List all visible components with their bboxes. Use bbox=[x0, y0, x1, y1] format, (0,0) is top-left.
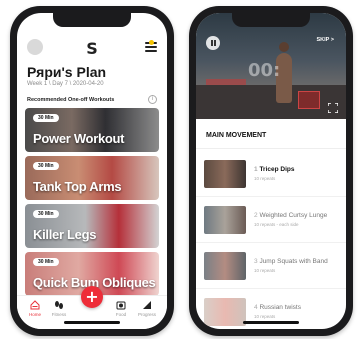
exercise-number: 3 bbox=[254, 258, 258, 265]
workout-screen: 00: SKIP > MAIN MOVEMENT 1 Tricep Dips 1… bbox=[196, 13, 346, 329]
tab-label: Fitness bbox=[51, 312, 67, 317]
tab-progress[interactable]: Progress bbox=[135, 300, 159, 317]
exercise-row[interactable]: 3 Jump Squats with Band 10 repeats bbox=[196, 243, 346, 289]
tab-label: Food bbox=[115, 312, 127, 317]
plan-screen: S Ряри's Plan Week 1 \ Day 7 \ 2020-04-2… bbox=[17, 13, 167, 329]
workout-card[interactable]: 30 Min Power Workout bbox=[25, 108, 159, 152]
exercise-reps: 10 repeats - each side bbox=[254, 222, 299, 227]
phone-notch bbox=[232, 13, 310, 27]
skip-button[interactable]: SKIP > bbox=[317, 37, 334, 43]
exercise-number: 4 bbox=[254, 304, 258, 311]
video-player[interactable]: 00: SKIP > bbox=[196, 13, 346, 119]
workout-card[interactable]: 30 Min Killer Legs bbox=[25, 204, 159, 248]
home-indicator bbox=[243, 321, 299, 324]
workout-title: Killer Legs bbox=[33, 227, 97, 242]
app-showcase: S Ряри's Plan Week 1 \ Day 7 \ 2020-04-2… bbox=[0, 0, 360, 339]
brand-logo: S bbox=[86, 39, 98, 58]
page-title: Ряри's Plan bbox=[27, 64, 107, 80]
section-heading-main-movement: MAIN MOVEMENT bbox=[196, 125, 346, 149]
phone-notch bbox=[53, 13, 131, 27]
info-icon[interactable]: i bbox=[148, 95, 157, 104]
tab-home[interactable]: Home bbox=[23, 300, 47, 317]
fullscreen-icon[interactable] bbox=[328, 103, 338, 113]
home-indicator bbox=[64, 321, 120, 324]
food-icon bbox=[116, 301, 126, 310]
section-heading-label: Recommended One-off Workouts bbox=[27, 97, 115, 103]
duration-badge: 30 Min bbox=[33, 114, 59, 122]
home-icon bbox=[30, 300, 40, 310]
workout-list: 30 Min Power Workout 30 Min Tank Top Arm… bbox=[25, 108, 159, 300]
video-timer: 00: bbox=[248, 60, 281, 81]
duration-badge: 30 Min bbox=[33, 258, 59, 266]
notification-dot bbox=[149, 40, 154, 45]
exercise-thumbnail bbox=[204, 252, 246, 280]
menu-icon[interactable] bbox=[145, 40, 157, 52]
workout-card[interactable]: 30 Min Tank Top Arms bbox=[25, 156, 159, 200]
tab-food[interactable]: Food bbox=[109, 300, 133, 317]
workout-title: Power Workout bbox=[33, 131, 125, 146]
exercise-thumbnail bbox=[204, 206, 246, 234]
phone-frame-plan: S Ряри's Plan Week 1 \ Day 7 \ 2020-04-2… bbox=[10, 6, 174, 336]
exercise-reps: 10 repeats bbox=[254, 176, 276, 181]
top-bar: S bbox=[27, 39, 157, 58]
exercise-label: Tricep Dips bbox=[259, 166, 295, 173]
exercise-label: Weighted Curtsy Lunge bbox=[259, 212, 328, 219]
pause-button[interactable] bbox=[206, 36, 220, 50]
section-heading-workouts: Recommended One-off Workouts i bbox=[27, 95, 157, 104]
exercise-list: 1 Tricep Dips 10 repeats 2 Weighted Curt… bbox=[196, 151, 346, 329]
tab-fitness[interactable]: Fitness bbox=[47, 300, 71, 317]
exercise-number: 1 bbox=[254, 166, 258, 173]
exercise-row[interactable]: 2 Weighted Curtsy Lunge 10 repeats - eac… bbox=[196, 197, 346, 243]
exercise-title: 4 Russian twists bbox=[254, 304, 301, 311]
duration-badge: 30 Min bbox=[33, 162, 59, 170]
workout-title: Tank Top Arms bbox=[33, 179, 122, 194]
exercise-reps: 10 repeats bbox=[254, 268, 276, 273]
gym-floor bbox=[196, 85, 346, 119]
exercise-title: 3 Jump Squats with Band bbox=[254, 258, 328, 265]
tab-label: Home bbox=[28, 312, 41, 317]
exercise-title: 1 Tricep Dips bbox=[254, 166, 294, 173]
exercise-title: 2 Weighted Curtsy Lunge bbox=[254, 212, 327, 219]
exercise-number: 2 bbox=[254, 212, 258, 219]
progress-icon bbox=[143, 301, 151, 309]
add-button[interactable]: + bbox=[81, 286, 103, 308]
exercise-thumbnail bbox=[204, 298, 246, 326]
exercise-label: Russian twists bbox=[259, 304, 301, 311]
avatar[interactable] bbox=[27, 39, 43, 55]
exercise-label: Jump Squats with Band bbox=[259, 258, 328, 265]
exercise-row[interactable]: 1 Tricep Dips 10 repeats bbox=[196, 151, 346, 197]
duration-badge: 30 Min bbox=[33, 210, 59, 218]
footprints-icon bbox=[55, 301, 63, 309]
exercise-reps: 10 repeats bbox=[254, 314, 276, 319]
exercise-thumbnail bbox=[204, 160, 246, 188]
phone-frame-workout: 00: SKIP > MAIN MOVEMENT 1 Tricep Dips 1… bbox=[189, 6, 353, 336]
plyo-box bbox=[298, 91, 320, 109]
tab-label: Progress bbox=[137, 312, 156, 317]
plan-subtitle: Week 1 \ Day 7 \ 2020-04-20 bbox=[27, 81, 104, 87]
